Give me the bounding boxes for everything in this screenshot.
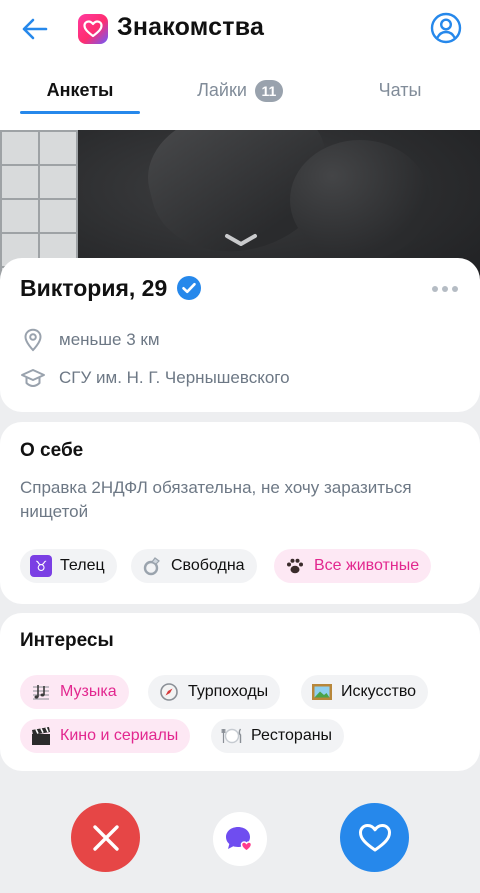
more-dot	[432, 286, 438, 292]
chip-label: Музыка	[60, 683, 117, 700]
distance-text: меньше 3 км	[59, 330, 160, 349]
compass-icon	[158, 681, 180, 703]
ring-icon	[141, 555, 163, 577]
education-text: СГУ им. Н. Г. Чернышевского	[59, 368, 290, 387]
about-card: О себе Справка 2НДФЛ обязательна, не хоч…	[0, 422, 480, 604]
profile-button[interactable]	[429, 11, 463, 45]
arrow-left-icon	[22, 18, 48, 40]
chip-label: Искусство	[341, 683, 417, 700]
tab-label: Анкеты	[46, 80, 114, 100]
chip-label: Телец	[60, 557, 105, 574]
tab-label: Чаты	[378, 80, 422, 100]
active-tab-indicator	[20, 111, 140, 114]
taurus-icon: ♉	[30, 555, 52, 577]
chip-label: Все животные	[314, 557, 420, 574]
graduation-cap-icon	[20, 365, 46, 391]
chevron-down-icon[interactable]	[223, 230, 259, 250]
chip-label: Турпоходы	[188, 683, 269, 700]
heart-app-logo-icon	[78, 14, 108, 44]
like-button[interactable]	[340, 803, 409, 872]
distance-row: меньше 3 км	[20, 327, 160, 353]
about-text: Справка 2НДФЛ обязательна, не хочу зараз…	[20, 478, 412, 521]
tab-bar: Анкеты Лайки 11 Чаты	[0, 70, 480, 114]
chip-label: Свободна	[171, 557, 245, 574]
heart-outline-icon	[358, 823, 391, 851]
chip-label: Рестораны	[251, 727, 333, 744]
chip-hiking: Турпоходы	[148, 675, 281, 709]
photo-fold	[290, 140, 430, 260]
chip-relationship: Свободна	[131, 549, 257, 583]
framed-picture-icon	[311, 681, 333, 703]
app-title: Знакомства	[117, 13, 265, 41]
interests-title: Интересы	[20, 630, 114, 651]
profile-name: Виктория, 29	[20, 275, 168, 301]
chip-zodiac: ♉ Телец	[20, 549, 117, 583]
message-heart-icon	[226, 827, 253, 852]
more-dot	[452, 286, 458, 292]
verified-check-icon	[177, 276, 201, 300]
music-notes-icon	[30, 681, 52, 703]
chip-pets: Все животные	[274, 549, 432, 583]
dislike-button[interactable]	[71, 803, 140, 872]
interests-card: Интересы Музыка Турпоходы Искусство Кино…	[0, 613, 480, 771]
profile-card: Виктория, 29 меньше 3 км СГУ им. Н. Г. Ч…	[0, 258, 480, 412]
chip-movies: Кино и сериалы	[20, 719, 191, 753]
message-button[interactable]	[213, 812, 267, 866]
more-button[interactable]	[428, 276, 462, 302]
back-button[interactable]	[18, 12, 52, 46]
plate-cutlery-icon	[221, 725, 243, 747]
more-dot	[442, 286, 448, 292]
tab-label: Лайки	[197, 80, 247, 100]
tab-likes[interactable]: Лайки 11	[170, 70, 310, 114]
tab-profiles[interactable]: Анкеты	[20, 70, 140, 114]
location-pin-icon	[20, 327, 46, 353]
paw-icon	[284, 555, 306, 577]
app-header: Знакомства Анкеты Лайки 11 Чаты	[0, 0, 480, 130]
user-circle-icon	[430, 12, 462, 44]
likes-count-badge: 11	[254, 80, 283, 102]
chip-art: Искусство	[301, 675, 429, 709]
clapper-board-icon	[30, 725, 52, 747]
top-bar: Знакомства	[0, 0, 480, 58]
chip-label: Кино и сериалы	[60, 727, 179, 744]
chip-restaurants: Рестораны	[211, 719, 345, 753]
close-icon	[92, 824, 119, 851]
tab-chats[interactable]: Чаты	[350, 70, 450, 114]
about-title: О себе	[20, 440, 84, 461]
education-row: СГУ им. Н. Г. Чернышевского	[20, 365, 290, 391]
chip-music: Музыка	[20, 675, 129, 709]
